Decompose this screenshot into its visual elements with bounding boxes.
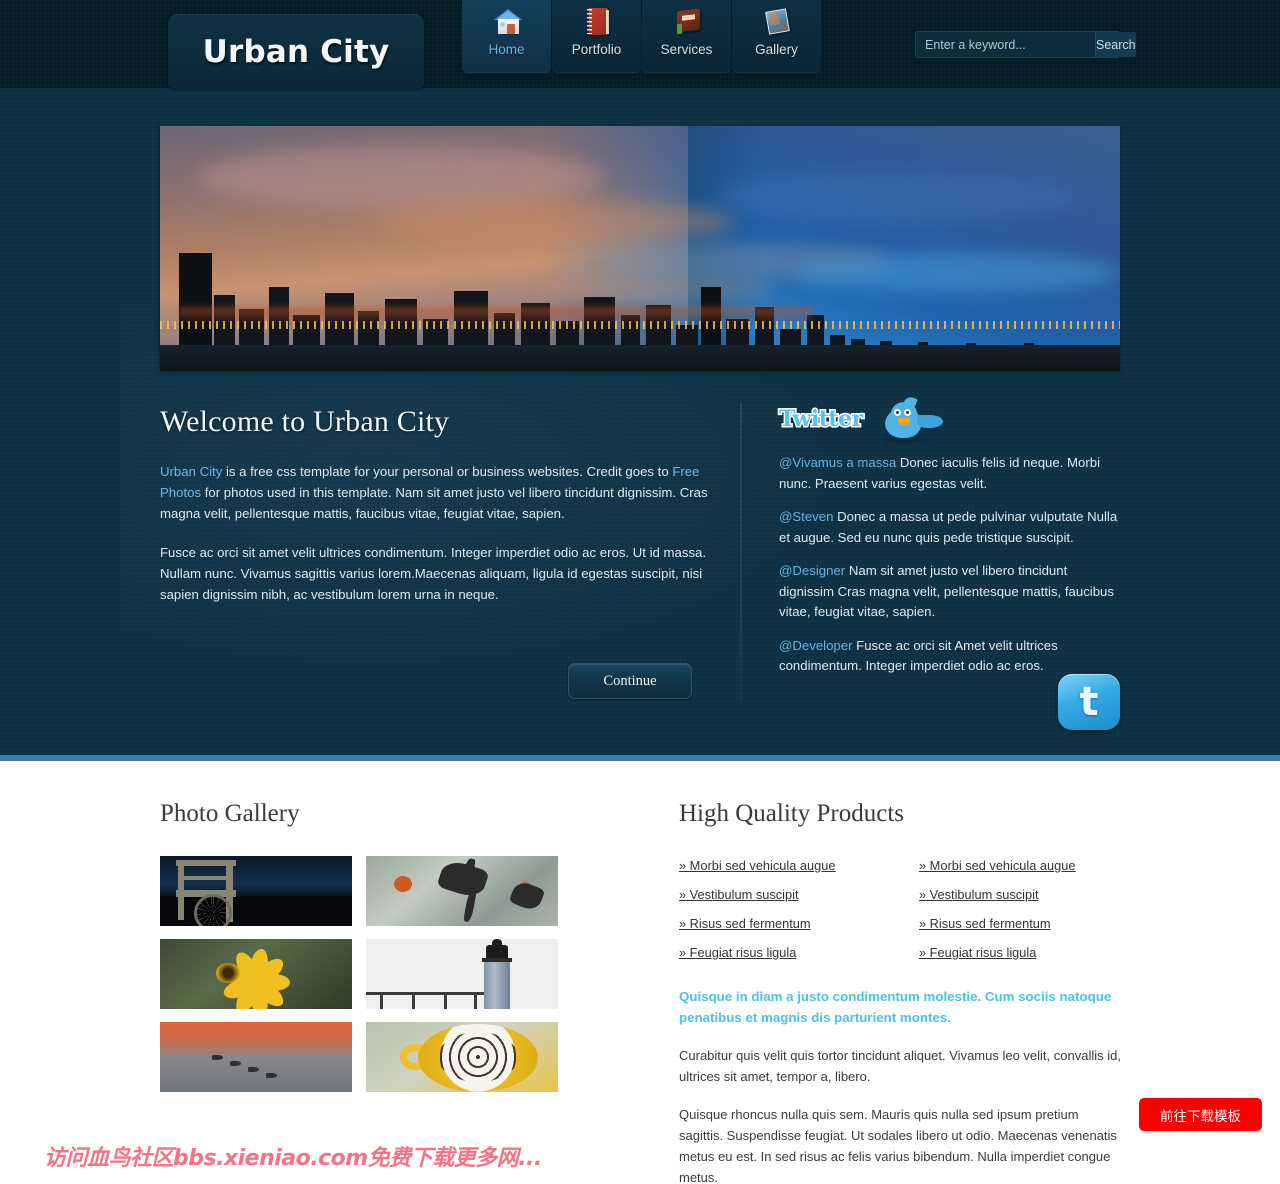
tweet-handle[interactable]: @Designer <box>779 563 845 578</box>
column-divider <box>740 403 742 700</box>
gallery-thumb-lighthouse[interactable] <box>366 939 558 1009</box>
products-highlight: Quisque in diam a justo condimentum mole… <box>679 989 1112 1025</box>
product-link[interactable]: » Risus sed fermentum <box>919 916 1121 931</box>
product-link[interactable]: » Feugiat risus ligula <box>919 945 1121 960</box>
search-input[interactable] <box>916 37 1095 52</box>
nav-item-gallery[interactable]: Gallery <box>732 0 821 73</box>
product-link[interactable]: » Morbi sed vehicula augue <box>919 858 1121 873</box>
products-heading: High Quality Products <box>679 800 904 827</box>
product-link[interactable]: » Feugiat risus ligula <box>679 945 919 960</box>
welcome-text-mid: is a free css template for your personal… <box>222 464 673 479</box>
gallery-thumb-jets[interactable] <box>160 1022 352 1092</box>
product-link[interactable]: » Morbi sed vehicula augue <box>679 858 919 873</box>
gallery-grid <box>160 856 642 1092</box>
site-logo-text: Urban City <box>202 33 390 70</box>
tweet-handle[interactable]: @Developer <box>779 638 853 653</box>
products-paragraph-2: Quisque rhoncus nulla quis sem. Mauris q… <box>679 1107 1117 1184</box>
welcome-block: Welcome to Urban City Urban City is a fr… <box>160 405 708 605</box>
main-navigation: Home Portfolio Services Gallery <box>462 0 821 73</box>
welcome-paragraph-2: Fusce ac orci sit amet velit ultrices co… <box>160 545 707 602</box>
welcome-text-post: for photos used in this template. Nam si… <box>160 485 708 521</box>
products-paragraph-1: Curabitur quis velit quis tortor tincidu… <box>679 1048 1121 1084</box>
gallery-thumb-coffee[interactable] <box>366 1022 558 1092</box>
tweet-item: @Designer Nam sit amet justo vel libero … <box>779 561 1119 623</box>
product-links-grid: » Morbi sed vehicula augue » Vestibulum … <box>679 858 1121 974</box>
nav-item-home[interactable]: Home <box>462 0 551 73</box>
magazine-icon <box>759 6 795 39</box>
book-icon <box>669 6 705 39</box>
search-button[interactable]: Search <box>1095 32 1136 57</box>
twitter-t-badge-icon[interactable]: t <box>1058 674 1120 730</box>
nav-label-portfolio: Portfolio <box>571 42 622 57</box>
product-links-right: » Morbi sed vehicula augue » Vestibulum … <box>919 858 1121 974</box>
photo-gallery-block: Photo Gallery <box>160 800 642 1092</box>
nav-item-portfolio[interactable]: Portfolio <box>552 0 641 73</box>
banner-image <box>160 126 1120 371</box>
site-header: Urban City Home Portfolio Services Galle… <box>0 0 1280 89</box>
product-link[interactable]: » Vestibulum suscipit <box>919 887 1121 902</box>
page-root: Urban City Home Portfolio Services Galle… <box>0 0 1280 1184</box>
twitter-badge-letter: t <box>1079 679 1099 725</box>
tweet-handle[interactable]: @Steven <box>779 509 833 524</box>
twitter-widget: Twitter @Vivamus a massa Donec iaculis f… <box>778 395 1119 677</box>
tweet-item: @Steven Donec a massa ut pede pulvinar v… <box>779 507 1119 548</box>
page-title: Welcome to Urban City <box>160 405 450 438</box>
twitter-header: Twitter <box>778 395 1119 448</box>
notebook-icon <box>579 6 615 39</box>
twitter-bird-icon <box>879 395 949 444</box>
skyline-silhouette <box>160 209 1120 349</box>
gallery-thumb-angelfish[interactable] <box>366 856 558 926</box>
product-link[interactable]: » Vestibulum suscipit <box>679 887 919 902</box>
gallery-heading: Photo Gallery <box>160 800 300 827</box>
welcome-paragraph-1: Urban City is a free css template for yo… <box>160 461 708 524</box>
twitter-wordmark: Twitter <box>778 405 865 434</box>
site-logo[interactable]: Urban City <box>168 14 424 89</box>
download-template-button[interactable]: 前往下载模板 <box>1139 1098 1262 1131</box>
nav-label-services: Services <box>660 42 713 57</box>
gallery-thumb-night-cart[interactable] <box>160 856 352 926</box>
nav-label-gallery: Gallery <box>755 42 798 57</box>
search-box: Search <box>915 31 1136 58</box>
products-block: High Quality Products » Morbi sed vehicu… <box>679 800 1121 1184</box>
tweet-item: @Developer Fusce ac orci sit Amet velit … <box>779 636 1119 677</box>
nav-label-home: Home <box>488 42 525 57</box>
nav-item-services[interactable]: Services <box>642 0 731 73</box>
product-link[interactable]: » Risus sed fermentum <box>679 916 919 931</box>
continue-button[interactable]: Continue <box>568 663 692 699</box>
urban-city-link[interactable]: Urban City <box>160 464 222 479</box>
tweet-item: @Vivamus a massa Donec iaculis felis id … <box>779 453 1119 494</box>
house-icon <box>489 6 525 39</box>
tweet-handle[interactable]: @Vivamus a massa <box>779 455 896 470</box>
site-watermark: 访问血鸟社区bbs.xieniao.com免费下载更多网... <box>44 1146 542 1171</box>
product-links-left: » Morbi sed vehicula augue » Vestibulum … <box>679 858 919 974</box>
gallery-thumb-yellow-flower[interactable] <box>160 939 352 1009</box>
